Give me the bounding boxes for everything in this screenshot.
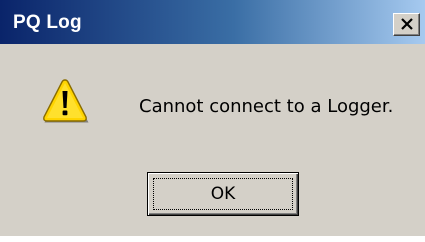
- warning-icon: [43, 79, 89, 123]
- ok-button-label: OK: [210, 184, 236, 204]
- message-text: Cannot connect to a Logger.: [139, 96, 394, 117]
- message-dialog: PQ Log Cannot connect to a Logger. OK: [0, 0, 425, 242]
- dialog-bottom-edge: [0, 236, 425, 242]
- window-title: PQ Log: [13, 12, 82, 33]
- dialog-body: Cannot connect to a Logger. OK: [0, 44, 425, 242]
- ok-button[interactable]: OK: [147, 172, 299, 216]
- close-icon: [401, 18, 413, 30]
- title-bar[interactable]: PQ Log: [0, 0, 425, 44]
- close-button[interactable]: [393, 13, 420, 36]
